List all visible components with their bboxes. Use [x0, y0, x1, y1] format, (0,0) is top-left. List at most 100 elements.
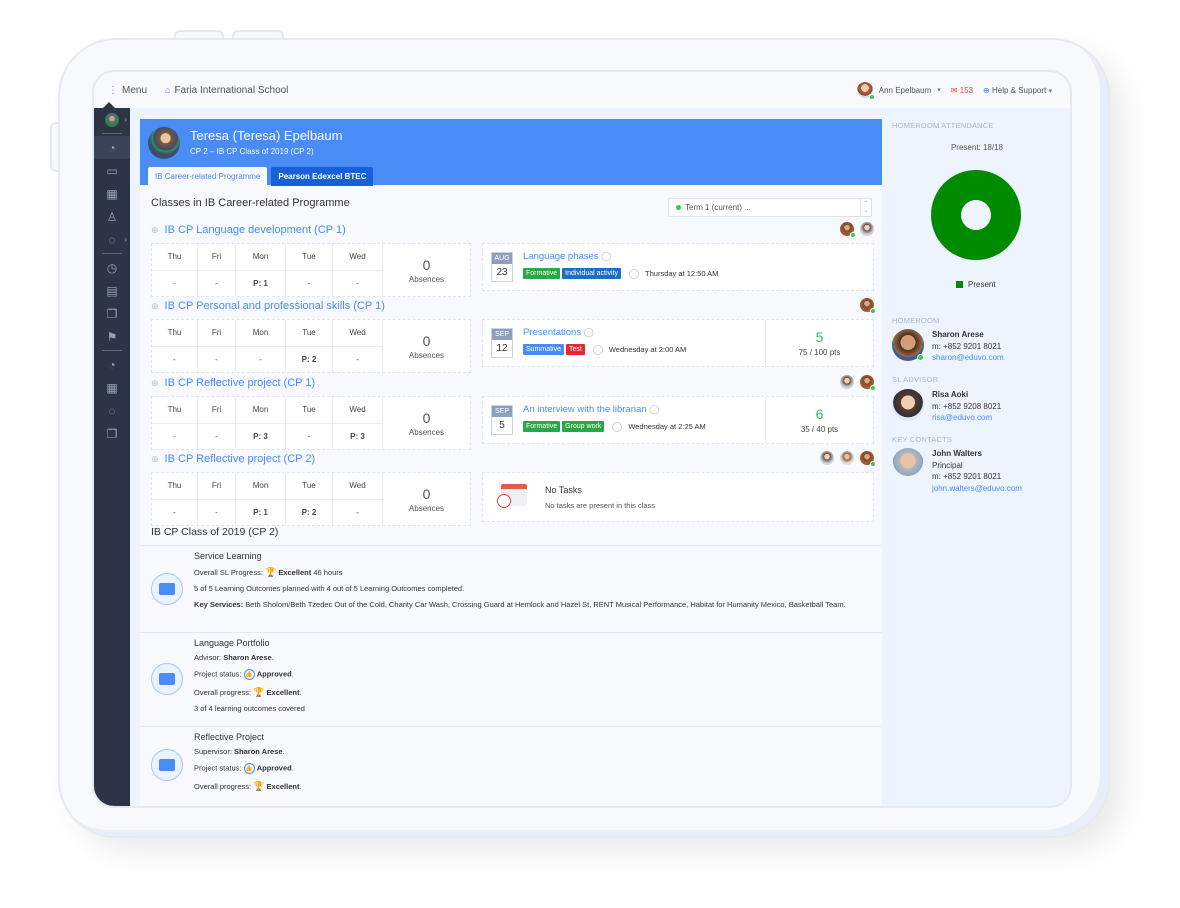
class-card: ⊕ IB CP Language development (CP 1) Thu - … — [151, 220, 874, 297]
teacher-avatar[interactable] — [860, 375, 876, 391]
nav-schedule[interactable]: ▤ — [94, 279, 130, 302]
nav-goals[interactable]: ⚑ — [94, 325, 130, 348]
nav-student-switcher[interactable]: › — [94, 108, 130, 131]
term-select[interactable]: Term 1 (current) ... ⌃ ⌄ — [668, 198, 872, 217]
teacher-avatar[interactable] — [840, 222, 856, 238]
day-label: Thu — [152, 473, 197, 500]
chevron-right-icon: › — [124, 115, 127, 124]
task-name-link[interactable]: Presentations — [523, 327, 581, 338]
documents-icon: ❐ — [106, 306, 118, 321]
comment-icon: ◯ — [583, 327, 594, 337]
nav-messages-2[interactable]: ◌ — [94, 399, 130, 422]
absences-count: 0 — [422, 256, 431, 273]
contact-name: John Walters — [932, 449, 982, 458]
teacher-avatar[interactable] — [860, 298, 876, 314]
thumbs-up-icon: 👍 — [243, 669, 255, 681]
reflective-project-section: Reflective Project Supervisor: Sharon Ar… — [140, 726, 882, 806]
legend-swatch — [956, 281, 963, 288]
comment-icon: ◯ — [601, 251, 612, 261]
due-month: SEP — [492, 406, 512, 417]
contact-card: Sharon Arese m: +852 9201 8021 sharon@eduv… — [892, 329, 1004, 364]
class-name-link[interactable]: IB CP Personal and professional skills (… — [165, 300, 385, 312]
period: - — [356, 507, 359, 517]
main-area: Teresa (Teresa) Epelbaum CP 2 – IB CP Cl… — [130, 108, 882, 806]
contact-card: Risa Aoki m: +852 9208 8021 risa@eduvo.com — [892, 389, 1001, 424]
contact-avatar[interactable] — [892, 389, 924, 421]
donut-slice-present[interactable] — [931, 170, 1021, 260]
user-menu[interactable]: Ann Epelbaum ▾ — [856, 82, 941, 100]
task-name-link[interactable]: Language phases — [523, 251, 599, 262]
day-label: Mon — [236, 320, 285, 347]
teacher-avatar[interactable] — [860, 222, 874, 236]
day-label: Wed — [333, 473, 382, 500]
nav-calendar[interactable]: ▦ — [94, 182, 130, 205]
task-name-link[interactable]: An interview with the librarian — [523, 404, 647, 415]
menu-button[interactable]: ⋮ Menu — [108, 85, 147, 96]
due-day: 23 — [496, 267, 508, 278]
task-due: Thursday at 12:50 AM — [645, 269, 719, 278]
class-name-link[interactable]: IB CP Reflective project (CP 1) — [165, 377, 316, 389]
weekly-schedule: Thu - Fri - Mon P: 1 Tue P: 2 Wed - 0 Absences — [151, 472, 471, 526]
mail-icon: ✉ — [950, 85, 958, 95]
status-label: Project status: — [194, 669, 242, 679]
period: - — [215, 431, 218, 441]
nav-reports[interactable]: ❐ — [94, 302, 130, 325]
contact-avatar[interactable] — [892, 329, 924, 361]
side-navigation: › ◔ ▭ ▦ ♙ ◌ › ◷ ▤ ❐ ⚑ ◔ ▦ ◌ ❐ — [94, 102, 130, 806]
contact-phone: m: +852 9201 8021 — [932, 341, 1002, 351]
caret-down-icon: ▾ — [1048, 87, 1052, 95]
teacher-avatar[interactable] — [840, 375, 854, 389]
nav-divider — [102, 253, 122, 254]
absences-count: 0 — [422, 332, 431, 349]
school-link[interactable]: ⌂ Faria International School — [165, 85, 288, 96]
class-name-link[interactable]: IB CP Reflective project (CP 2) — [165, 453, 316, 465]
user-name: Ann Epelbaum — [878, 85, 932, 95]
nav-messages[interactable]: ◌ › — [94, 228, 130, 251]
period: - — [356, 354, 359, 364]
globe-icon: ⊕ — [983, 85, 990, 95]
teacher-avatar[interactable] — [860, 451, 876, 467]
due-day: 12 — [496, 343, 508, 354]
tab-btec[interactable]: Pearson Edexcel BTEC — [271, 167, 374, 186]
task-tag: Formative — [523, 421, 561, 432]
dashboard-icon: ◔ — [108, 357, 116, 372]
clock-icon — [629, 268, 640, 279]
supervisor-name: Sharon Arese — [234, 747, 283, 757]
nav-calendar-2[interactable]: ▦ — [94, 376, 130, 399]
contact-email-link[interactable]: sharon@eduvo.com — [932, 352, 1004, 364]
flag-icon: ⚑ — [106, 329, 118, 344]
nav-dashboard[interactable]: ◔ — [94, 136, 130, 159]
programme-tabs: IB Career-related Programme Pearson Edex… — [148, 167, 374, 186]
task-grade: 6 35 / 40 pts — [765, 397, 873, 443]
class-card: ⊕ IB CP Personal and professional skills … — [151, 296, 876, 373]
thumbs-up-icon: 👍 — [243, 763, 255, 775]
advisor-label: Advisor: — [194, 653, 222, 663]
teacher-avatar[interactable] — [820, 451, 834, 465]
task-card: SEP 5 An interview with the librarian ◯ F… — [482, 396, 874, 444]
absences-label: Absences — [408, 350, 445, 360]
globe-icon: ⊕ — [151, 300, 159, 311]
weekly-schedule: Thu - Fri - Mon P: 1 Tue - Wed - 0 Absences — [151, 243, 471, 297]
absences-count: 0 — [422, 485, 431, 502]
teacher-avatar[interactable] — [840, 451, 854, 465]
contact-avatar[interactable] — [892, 448, 924, 480]
no-tasks-card: No Tasks No tasks are present in this cla… — [482, 472, 874, 522]
class-name-link[interactable]: IB CP Language development (CP 1) — [165, 224, 346, 236]
period: P: 2 — [301, 354, 317, 364]
due-date-calendar: SEP 5 — [491, 405, 513, 435]
nav-reports-2[interactable]: ❐ — [94, 422, 130, 445]
tab-ib-cp[interactable]: IB Career-related Programme — [148, 167, 268, 186]
task-tag: Individual activity — [562, 268, 622, 279]
nav-portfolio[interactable]: ▭ — [94, 159, 130, 182]
contact-email-link[interactable]: john.walters@eduvo.com — [932, 483, 1022, 495]
day-label: Fri — [198, 397, 235, 424]
nav-attendance[interactable]: ◷ — [94, 256, 130, 279]
nav-dashboard-2[interactable]: ◔ — [94, 353, 130, 376]
period: - — [173, 354, 176, 364]
nav-profile[interactable]: ♙ — [94, 205, 130, 228]
period: - — [173, 431, 176, 441]
mail-button[interactable]: ✉ 153 — [951, 86, 973, 95]
help-support-menu[interactable]: ⊕ Help & Support ▾ — [983, 86, 1052, 95]
absences-label: Absences — [408, 427, 445, 437]
contact-email-link[interactable]: risa@eduvo.com — [932, 412, 1001, 424]
